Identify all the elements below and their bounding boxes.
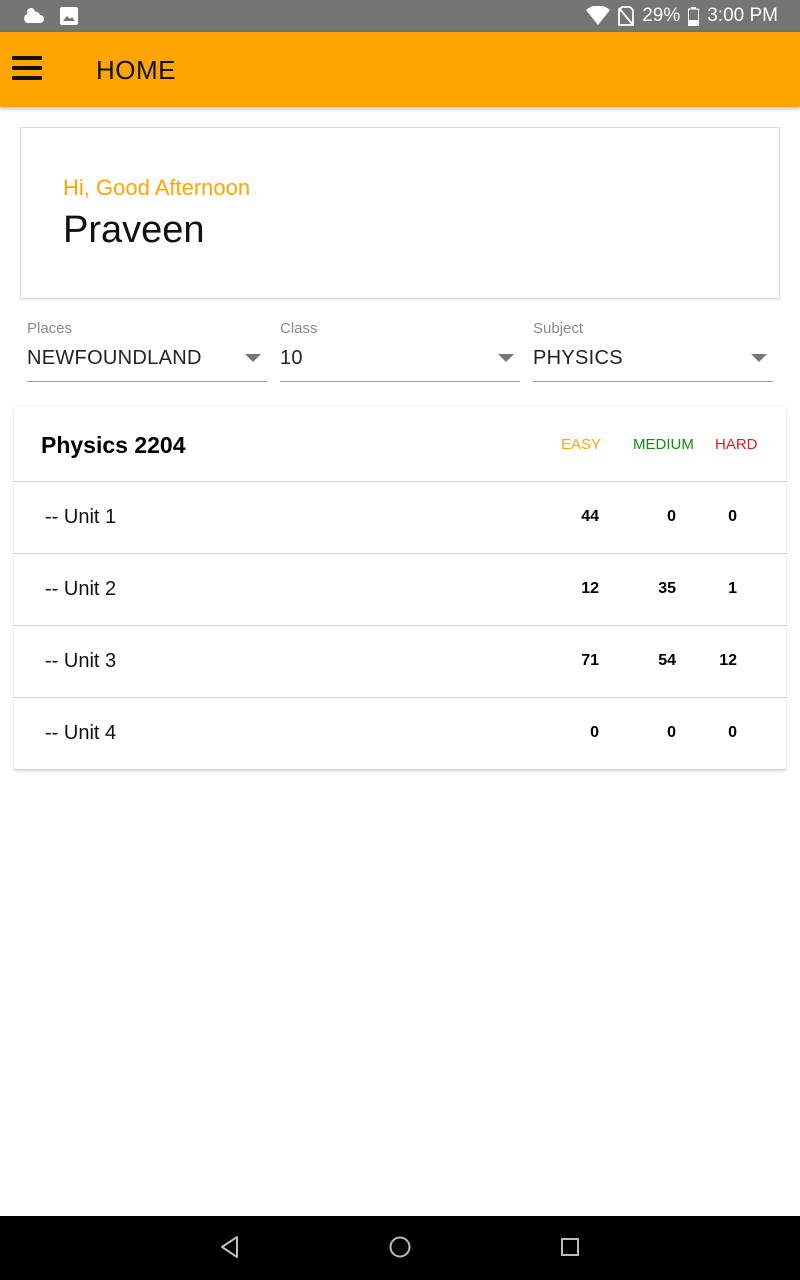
menu-icon[interactable]: [12, 56, 44, 84]
places-label: Places: [27, 320, 73, 337]
dropdown-arrow-icon: [751, 354, 767, 362]
weather-icon: [22, 5, 46, 27]
navigation-bar: [0, 1216, 800, 1280]
unit-label: -- Unit 2: [45, 578, 117, 600]
places-dropdown[interactable]: Places NEWFOUNDLAND: [27, 320, 267, 382]
dropdown-arrow-icon: [245, 354, 261, 362]
app-bar: HOME: [0, 32, 800, 107]
status-bar: 29% 3:00 PM: [0, 0, 800, 32]
class-dropdown[interactable]: Class 10: [280, 320, 520, 382]
table-row[interactable]: -- Unit 4 0 0 0: [14, 698, 786, 770]
easy-count: 71: [581, 652, 599, 669]
unit-label: -- Unit 4: [45, 722, 117, 744]
subject-title: Physics 2204: [41, 432, 186, 458]
subject-value: PHYSICS: [533, 347, 623, 369]
greeting-text: Hi, Good Afternoon: [63, 175, 251, 200]
medium-column-header: MEDIUM: [633, 436, 694, 453]
places-value: NEWFOUNDLAND: [27, 347, 202, 369]
back-icon[interactable]: [219, 1234, 241, 1265]
hard-count: 12: [719, 652, 737, 669]
easy-count: 44: [581, 508, 599, 525]
hard-column-header: HARD: [715, 436, 758, 453]
unit-label: -- Unit 3: [45, 650, 117, 672]
subject-label: Subject: [533, 320, 584, 337]
medium-count: 35: [658, 580, 676, 597]
home-icon[interactable]: [388, 1234, 412, 1265]
hard-count: 1: [728, 580, 737, 597]
medium-count: 54: [658, 652, 676, 669]
table-row[interactable]: -- Unit 3 71 54 12: [14, 626, 786, 698]
table-row[interactable]: -- Unit 1 44 0 0: [14, 482, 786, 554]
easy-column-header: EASY: [561, 436, 602, 453]
wifi-icon: [586, 6, 611, 26]
easy-count: 12: [581, 580, 599, 597]
user-name: Praveen: [63, 209, 205, 251]
medium-count: 0: [667, 724, 676, 741]
battery-level: 29%: [642, 5, 681, 26]
class-value: 10: [280, 347, 303, 369]
easy-count: 0: [590, 724, 599, 741]
subject-dropdown[interactable]: Subject PHYSICS: [533, 320, 773, 382]
table-header: Physics 2204 EASY MEDIUM HARD: [14, 406, 786, 482]
image-notification-icon: [60, 7, 78, 25]
dropdown-arrow-icon: [498, 354, 514, 362]
medium-count: 0: [667, 508, 676, 525]
table-row[interactable]: -- Unit 2 12 35 1: [14, 554, 786, 626]
hard-count: 0: [728, 508, 737, 525]
hard-count: 0: [728, 724, 737, 741]
no-sim-icon: [618, 6, 635, 26]
subject-table-card: Physics 2204 EASY MEDIUM HARD -- Unit 1 …: [14, 406, 786, 770]
greeting-card: Hi, Good Afternoon Praveen: [20, 127, 780, 299]
clock: 3:00 PM: [707, 5, 778, 26]
recents-icon[interactable]: [559, 1234, 581, 1265]
battery-icon: [688, 6, 700, 26]
unit-label: -- Unit 1: [45, 506, 117, 528]
page-title: HOME: [96, 55, 176, 85]
class-label: Class: [280, 320, 318, 337]
